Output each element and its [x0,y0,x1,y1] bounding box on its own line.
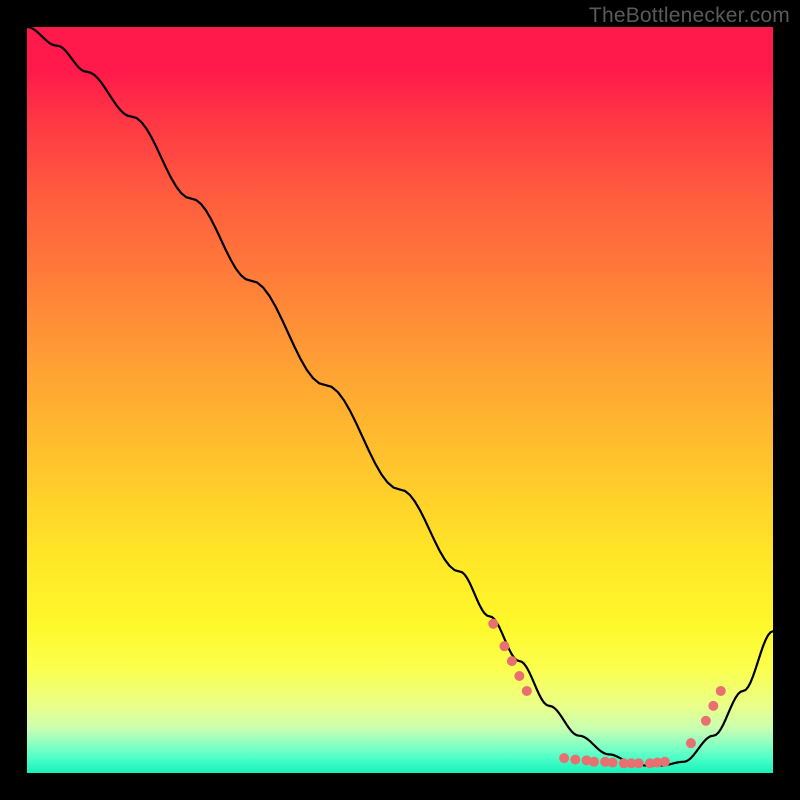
highlight-marker [559,753,569,763]
highlight-marker [589,757,599,767]
highlight-marker [660,757,670,767]
highlight-marker [686,738,696,748]
highlight-marker-group [488,619,726,769]
highlight-marker [608,758,618,768]
highlight-marker [716,686,726,696]
highlight-marker [507,656,517,666]
highlight-marker [701,716,711,726]
highlight-marker [570,755,580,765]
highlight-marker [514,671,524,681]
plot-overlay [27,27,773,773]
highlight-marker [634,758,644,768]
bottleneck-curve [27,27,773,766]
highlight-marker [488,619,498,629]
attribution-label: TheBottlenecker.com [589,4,790,28]
highlight-marker [499,641,509,651]
highlight-marker [708,701,718,711]
highlight-marker [522,686,532,696]
chart-frame: TheBottlenecker.com [0,0,800,800]
